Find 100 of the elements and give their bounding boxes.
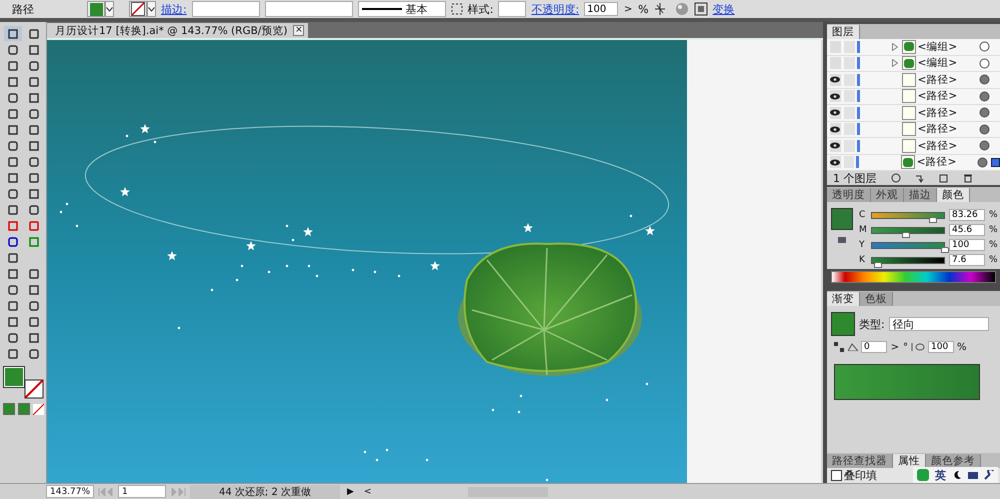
fill-swatch[interactable] [87, 1, 105, 17]
stroke-link[interactable]: 描边: [161, 2, 187, 16]
color-mode-icon[interactable] [2, 403, 14, 415]
visibility-toggle[interactable] [830, 140, 841, 152]
overprint-checkbox[interactable] [831, 470, 842, 481]
star-shape [140, 124, 150, 134]
layer-row[interactable]: <编组> [827, 39, 1000, 56]
percent-unit: % [989, 225, 998, 235]
sublayer-icon[interactable] [914, 173, 924, 183]
slider-thumb[interactable] [874, 262, 882, 268]
panel-tab[interactable]: 属性 [893, 454, 926, 468]
color-spectrum[interactable] [831, 271, 996, 283]
fill-color-icon[interactable] [4, 367, 24, 387]
sogou-logo-icon[interactable] [917, 469, 929, 481]
angle-field[interactable]: 0 [861, 341, 887, 353]
grid-icon[interactable] [694, 2, 708, 16]
stroke-swatch[interactable] [129, 1, 147, 17]
printer-icon[interactable] [838, 234, 846, 243]
angle-arrow-button[interactable]: > [890, 342, 900, 352]
layer-row[interactable]: <路径> [827, 122, 1000, 138]
channel-value-field[interactable]: 7.6 [949, 254, 985, 266]
caret-icon[interactable] [148, 6, 155, 12]
visibility-toggle[interactable] [830, 57, 841, 70]
trash-icon[interactable] [962, 173, 972, 183]
target-icon[interactable] [979, 90, 990, 102]
panel-tab[interactable]: 色板 [860, 292, 893, 306]
channel-value-field[interactable]: 83.26 [949, 209, 985, 221]
target-icon[interactable] [979, 74, 990, 86]
panel-tab[interactable]: 颜色参考 [926, 454, 981, 468]
lock-toggle[interactable] [844, 156, 854, 168]
layer-row[interactable]: <路径> [827, 138, 1000, 154]
close-button[interactable]: × [293, 25, 304, 36]
target-icon[interactable] [979, 41, 990, 52]
visibility-toggle[interactable] [830, 156, 841, 168]
lock-toggle[interactable] [844, 74, 855, 86]
panel-tab[interactable]: 路径查找器 [827, 454, 893, 468]
target-icon[interactable] [979, 140, 990, 152]
visibility-toggle[interactable] [830, 40, 841, 53]
scroll-left-button[interactable]: < [360, 486, 374, 496]
panel-tab[interactable]: 图层 [827, 25, 860, 39]
aspect-ratio-field[interactable]: 100 [928, 341, 954, 353]
lock-toggle[interactable] [844, 140, 855, 152]
caret-icon[interactable] [106, 6, 113, 12]
layer-row[interactable]: <编组> [827, 56, 1000, 72]
tool-icon[interactable] [4, 26, 22, 41]
lock-toggle[interactable] [844, 106, 855, 119]
artboard-dropdown[interactable]: 1 [118, 485, 166, 498]
grid-icon[interactable] [450, 3, 463, 15]
target-icon[interactable] [979, 58, 990, 69]
channel-value-field[interactable]: 100 [949, 239, 985, 251]
lock-toggle[interactable] [844, 123, 855, 136]
layer-name: <编组> [918, 56, 958, 70]
panel-tab[interactable]: 透明度 [827, 188, 871, 202]
target-icon[interactable] [977, 156, 988, 168]
reverse-icon[interactable] [833, 341, 845, 353]
new-layer-icon[interactable] [938, 173, 948, 183]
document-tab[interactable]: 月历设计17 [转换].ai* @ 143.77% (RGB/预览) × [47, 23, 308, 38]
opacity-arrow-button[interactable]: > [623, 4, 634, 14]
zoom-dropdown[interactable]: 143.77% [46, 485, 94, 498]
stroke-none-icon[interactable] [24, 379, 44, 399]
type-dropdown[interactable]: 径向 [888, 317, 989, 331]
stroke-profile-dropdown[interactable]: 基本 [358, 1, 446, 17]
transform-link[interactable]: 变换 [712, 2, 735, 16]
visibility-toggle[interactable] [830, 123, 841, 136]
stroke-dropdown-button[interactable] [147, 1, 156, 17]
gradient-mode-icon[interactable] [18, 403, 30, 415]
stroke-weight-field[interactable] [192, 1, 260, 17]
opacity-field[interactable]: 100 [584, 2, 618, 16]
visibility-toggle[interactable] [830, 74, 841, 86]
wrench-icon[interactable] [984, 470, 994, 480]
panel-tab[interactable]: 渐变 [827, 292, 860, 306]
panel-tab[interactable]: 颜色 [937, 188, 970, 202]
moon-icon[interactable] [952, 470, 962, 480]
layer-row[interactable]: <路径> [827, 72, 1000, 88]
star-shape [246, 241, 256, 250]
slider-thumb[interactable] [902, 232, 910, 238]
slider-thumb[interactable] [941, 246, 949, 252]
slider-thumb[interactable] [928, 216, 937, 222]
target-icon[interactable] [979, 107, 990, 118]
panel-tab[interactable]: 描边 [904, 188, 937, 202]
layer-row[interactable]: <路径> [827, 105, 1000, 122]
lock-toggle[interactable] [844, 57, 855, 70]
none-mode-icon[interactable] [32, 404, 44, 414]
object-type-label: 路径 [12, 2, 34, 16]
opacity-link[interactable]: 不透明度: [531, 2, 580, 16]
expand-arrow-icon[interactable] [892, 42, 898, 51]
locate-icon[interactable] [890, 173, 900, 183]
fill-dropdown-button[interactable] [105, 1, 114, 17]
expand-arrow-icon[interactable] [892, 59, 898, 68]
visibility-toggle[interactable] [830, 106, 841, 119]
gradient-swatch[interactable] [831, 312, 855, 336]
keyboard-icon[interactable] [968, 470, 978, 480]
lock-toggle[interactable] [844, 90, 855, 102]
layer-row[interactable]: <路径> [827, 88, 1000, 105]
channel-value-field[interactable]: 45.6 [949, 224, 985, 236]
language-toggle[interactable]: 英 [935, 468, 946, 482]
target-icon[interactable] [979, 124, 990, 135]
visibility-toggle[interactable] [830, 90, 841, 102]
panel-tab[interactable]: 外观 [871, 188, 904, 202]
status-menu-button[interactable]: ▶ [344, 486, 357, 496]
